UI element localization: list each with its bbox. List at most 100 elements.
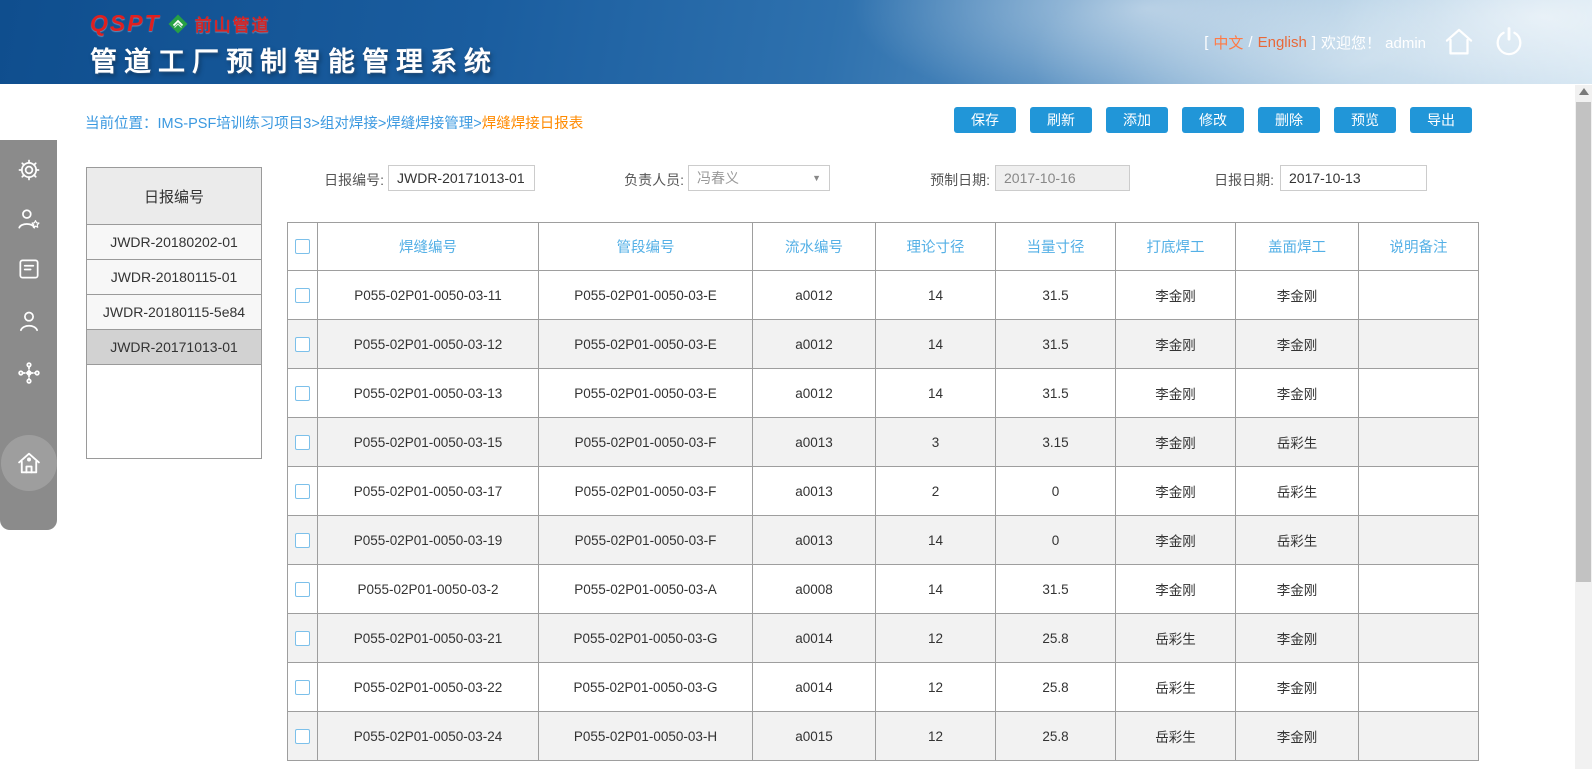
- table-cell: P055-02P01-0050-03-21: [317, 613, 539, 663]
- table-cell: P055-02P01-0050-03-15: [317, 417, 539, 467]
- table-row[interactable]: P055-02P01-0050-03-24 P055-02P01-0050-03-…: [287, 711, 1479, 761]
- toolbar-button-4[interactable]: 删除: [1258, 107, 1320, 133]
- toolbar-button-1[interactable]: 刷新: [1030, 107, 1092, 133]
- table-cell: 李金刚: [1235, 662, 1359, 712]
- row-checkbox[interactable]: [295, 679, 310, 695]
- row-checkbox-cell: [287, 319, 318, 369]
- toolbar-button-2[interactable]: 添加: [1106, 107, 1168, 133]
- table-cell: P055-02P01-0050-03-2: [317, 564, 539, 614]
- table-row[interactable]: P055-02P01-0050-03-21 P055-02P01-0050-03-…: [287, 613, 1479, 663]
- report-list-header: 日报编号: [87, 168, 261, 225]
- report-date-input[interactable]: [1280, 165, 1427, 191]
- system-title: 管道工厂预制智能管理系统: [90, 47, 498, 77]
- table-cell: P055-02P01-0050-03-H: [538, 711, 753, 761]
- row-checkbox[interactable]: [295, 483, 310, 499]
- table-cell: 31.5: [995, 270, 1116, 320]
- table-row[interactable]: P055-02P01-0050-03-22 P055-02P01-0050-03-…: [287, 662, 1479, 712]
- table-cell: 0: [995, 466, 1116, 516]
- table-cell: a0012: [752, 319, 876, 369]
- person-label: 负责人员:: [624, 172, 684, 188]
- logo-qspt-text: QSPT: [90, 10, 161, 36]
- row-checkbox[interactable]: [295, 728, 310, 744]
- row-checkbox[interactable]: [295, 434, 310, 450]
- table-row[interactable]: P055-02P01-0050-03-19 P055-02P01-0050-03-…: [287, 515, 1479, 565]
- table-cell: 14: [875, 515, 996, 565]
- prefab-date-input[interactable]: [995, 165, 1130, 191]
- lang-chinese-link[interactable]: 中文: [1213, 32, 1243, 53]
- person-select-value: 冯春义: [697, 170, 739, 186]
- table-cell: P055-02P01-0050-03-11: [317, 270, 539, 320]
- report-list-item[interactable]: JWDR-20180115-5e84: [87, 295, 261, 330]
- toolbar-button-3[interactable]: 修改: [1182, 107, 1244, 133]
- power-icon[interactable]: [1492, 25, 1526, 59]
- user-star-icon[interactable]: [16, 206, 42, 232]
- report-list-panel: 日报编号 JWDR-20180202-01 JWDR-20180115-01 JWD…: [86, 167, 262, 459]
- lang-bracket-close: ]: [1311, 33, 1316, 51]
- table-row[interactable]: P055-02P01-0050-03-13 P055-02P01-0050-03-…: [287, 368, 1479, 418]
- table-cell: 25.8: [995, 613, 1116, 663]
- report-list-item[interactable]: JWDR-20180202-01: [87, 225, 261, 260]
- table-cell: P055-02P01-0050-03-E: [538, 319, 753, 369]
- row-checkbox-cell: [287, 466, 318, 516]
- row-checkbox[interactable]: [295, 630, 310, 646]
- row-checkbox[interactable]: [295, 532, 310, 548]
- row-checkbox[interactable]: [295, 581, 310, 597]
- table-row[interactable]: P055-02P01-0050-03-12 P055-02P01-0050-03-…: [287, 319, 1479, 369]
- table-cell: a0013: [752, 417, 876, 467]
- toolbar-button-0[interactable]: 保存: [954, 107, 1016, 133]
- table-row[interactable]: P055-02P01-0050-03-2 P055-02P01-0050-03-A…: [287, 564, 1479, 614]
- report-list-item[interactable]: JWDR-20180115-01: [87, 260, 261, 295]
- left-sidebar: [0, 140, 57, 530]
- row-checkbox[interactable]: [295, 336, 310, 352]
- table-cell: 李金刚: [1235, 270, 1359, 320]
- table-cell: a0012: [752, 270, 876, 320]
- scrollbar-thumb[interactable]: [1576, 102, 1591, 582]
- row-checkbox[interactable]: [295, 385, 310, 401]
- report-list-item[interactable]: JWDR-20171013-01: [87, 330, 261, 365]
- table-cell: [1358, 270, 1479, 320]
- row-checkbox-cell: [287, 711, 318, 761]
- table-cell: 李金刚: [1115, 515, 1236, 565]
- table-row[interactable]: P055-02P01-0050-03-17 P055-02P01-0050-03-…: [287, 466, 1479, 516]
- table-cell: P055-02P01-0050-03-13: [317, 368, 539, 418]
- chevron-down-icon: ▼: [812, 173, 821, 183]
- welcome-text: 欢迎您！ admin: [1320, 34, 1426, 52]
- column-header: 打底焊工: [1115, 222, 1236, 271]
- table-row[interactable]: P055-02P01-0050-03-15 P055-02P01-0050-03-…: [287, 417, 1479, 467]
- table-cell: P055-02P01-0050-03-22: [317, 662, 539, 712]
- logo-block: QSPT 前山管道 管道工厂预制智能管理系统: [90, 10, 498, 79]
- scroll-up-arrow-icon[interactable]: [1579, 88, 1589, 95]
- column-header: 焊缝编号: [317, 222, 539, 271]
- table-cell: 岳彩生: [1235, 466, 1359, 516]
- table-cell: P055-02P01-0050-03-F: [538, 417, 753, 467]
- row-checkbox-cell: [287, 368, 318, 418]
- vertical-scrollbar[interactable]: [1575, 85, 1592, 769]
- sidebar-home-button[interactable]: [0, 435, 57, 491]
- table-cell: P055-02P01-0050-03-19: [317, 515, 539, 565]
- table-cell: 李金刚: [1235, 564, 1359, 614]
- user-icon[interactable]: [16, 308, 42, 334]
- row-checkbox[interactable]: [295, 287, 310, 303]
- report-no-input[interactable]: [388, 165, 535, 191]
- table-cell: 0: [995, 515, 1116, 565]
- prefab-date-label: 预制日期:: [930, 172, 990, 188]
- table-cell: a0013: [752, 466, 876, 516]
- table-cell: [1358, 417, 1479, 467]
- table-row[interactable]: P055-02P01-0050-03-11 P055-02P01-0050-03-…: [287, 270, 1479, 320]
- select-all-checkbox[interactable]: [295, 239, 310, 255]
- lang-english-link[interactable]: English: [1258, 34, 1307, 51]
- document-icon[interactable]: [16, 256, 42, 282]
- table-cell: [1358, 319, 1479, 369]
- network-nodes-icon[interactable]: [16, 360, 42, 386]
- table-cell: P055-02P01-0050-03-F: [538, 466, 753, 516]
- toolbar-button-6[interactable]: 导出: [1410, 107, 1472, 133]
- table-cell: 李金刚: [1115, 270, 1236, 320]
- table-cell: 李金刚: [1235, 613, 1359, 663]
- toolbar-button-5[interactable]: 预览: [1334, 107, 1396, 133]
- settings-gear-icon[interactable]: [16, 157, 42, 183]
- logo-brand-text: 前山管道: [194, 16, 271, 35]
- table-cell: [1358, 368, 1479, 418]
- language-switcher: [ 中文 / English ] 欢迎您！ admin: [1204, 32, 1426, 53]
- home-icon[interactable]: [1442, 25, 1476, 59]
- person-select[interactable]: 冯春义 ▼: [688, 165, 830, 191]
